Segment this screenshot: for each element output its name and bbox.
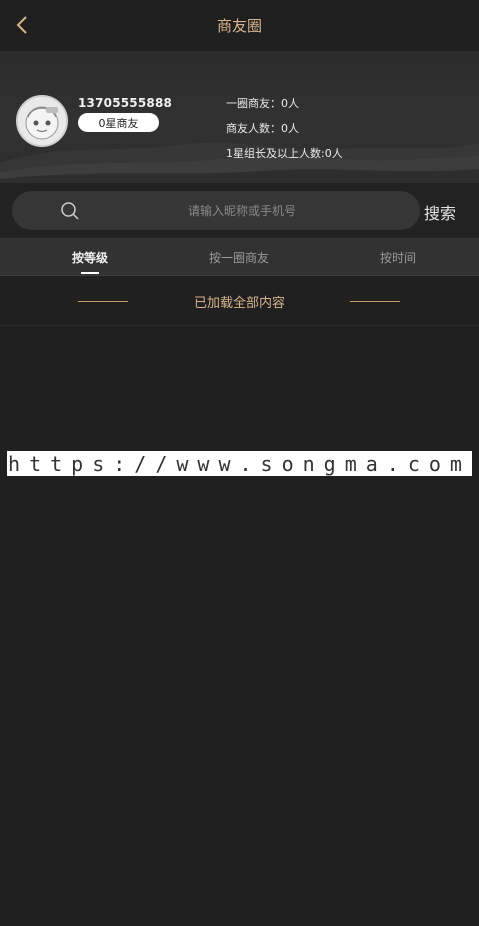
divider-right (350, 301, 400, 302)
avatar[interactable] (16, 95, 68, 147)
tab-by-level[interactable]: 按等级 (30, 238, 150, 276)
cartoon-avatar-icon (25, 106, 59, 140)
stat-first-circle: 一圈商友：0人 (226, 97, 299, 110)
page-title: 商友圈 (216, 17, 262, 35)
search-button[interactable]: 搜索 (424, 200, 456, 224)
sort-tabs: 按等级 按一圈商友 按时间 (0, 238, 479, 276)
tab-by-first-circle[interactable]: 按一圈商友 (179, 238, 299, 276)
user-phone: 13705555888 (78, 96, 173, 110)
list-end-text: 已加载全部内容 (193, 296, 285, 311)
tab-by-time[interactable]: 按时间 (338, 238, 458, 276)
top-nav-bar: 商友圈 (0, 0, 479, 51)
active-tab-indicator (81, 272, 99, 274)
chevron-left-icon (16, 16, 27, 34)
stat-leaders-count: 1星组长及以上人数:0人 (226, 147, 343, 160)
search-bar: 搜索 (0, 183, 479, 238)
watermark-banner: https://www.songma.com (7, 451, 472, 476)
list-status-row: 已加载全部内容 (0, 276, 479, 326)
search-icon (61, 202, 79, 220)
level-badge: 0星商友 (78, 113, 159, 132)
stat-friends-count: 商友人数：0人 (226, 122, 299, 135)
search-input[interactable] (92, 200, 392, 222)
profile-card: 13705555888 0星商友 一圈商友：0人 商友人数：0人 1星组长及以上… (0, 51, 479, 183)
search-box[interactable] (12, 191, 420, 230)
back-button[interactable] (10, 12, 34, 38)
